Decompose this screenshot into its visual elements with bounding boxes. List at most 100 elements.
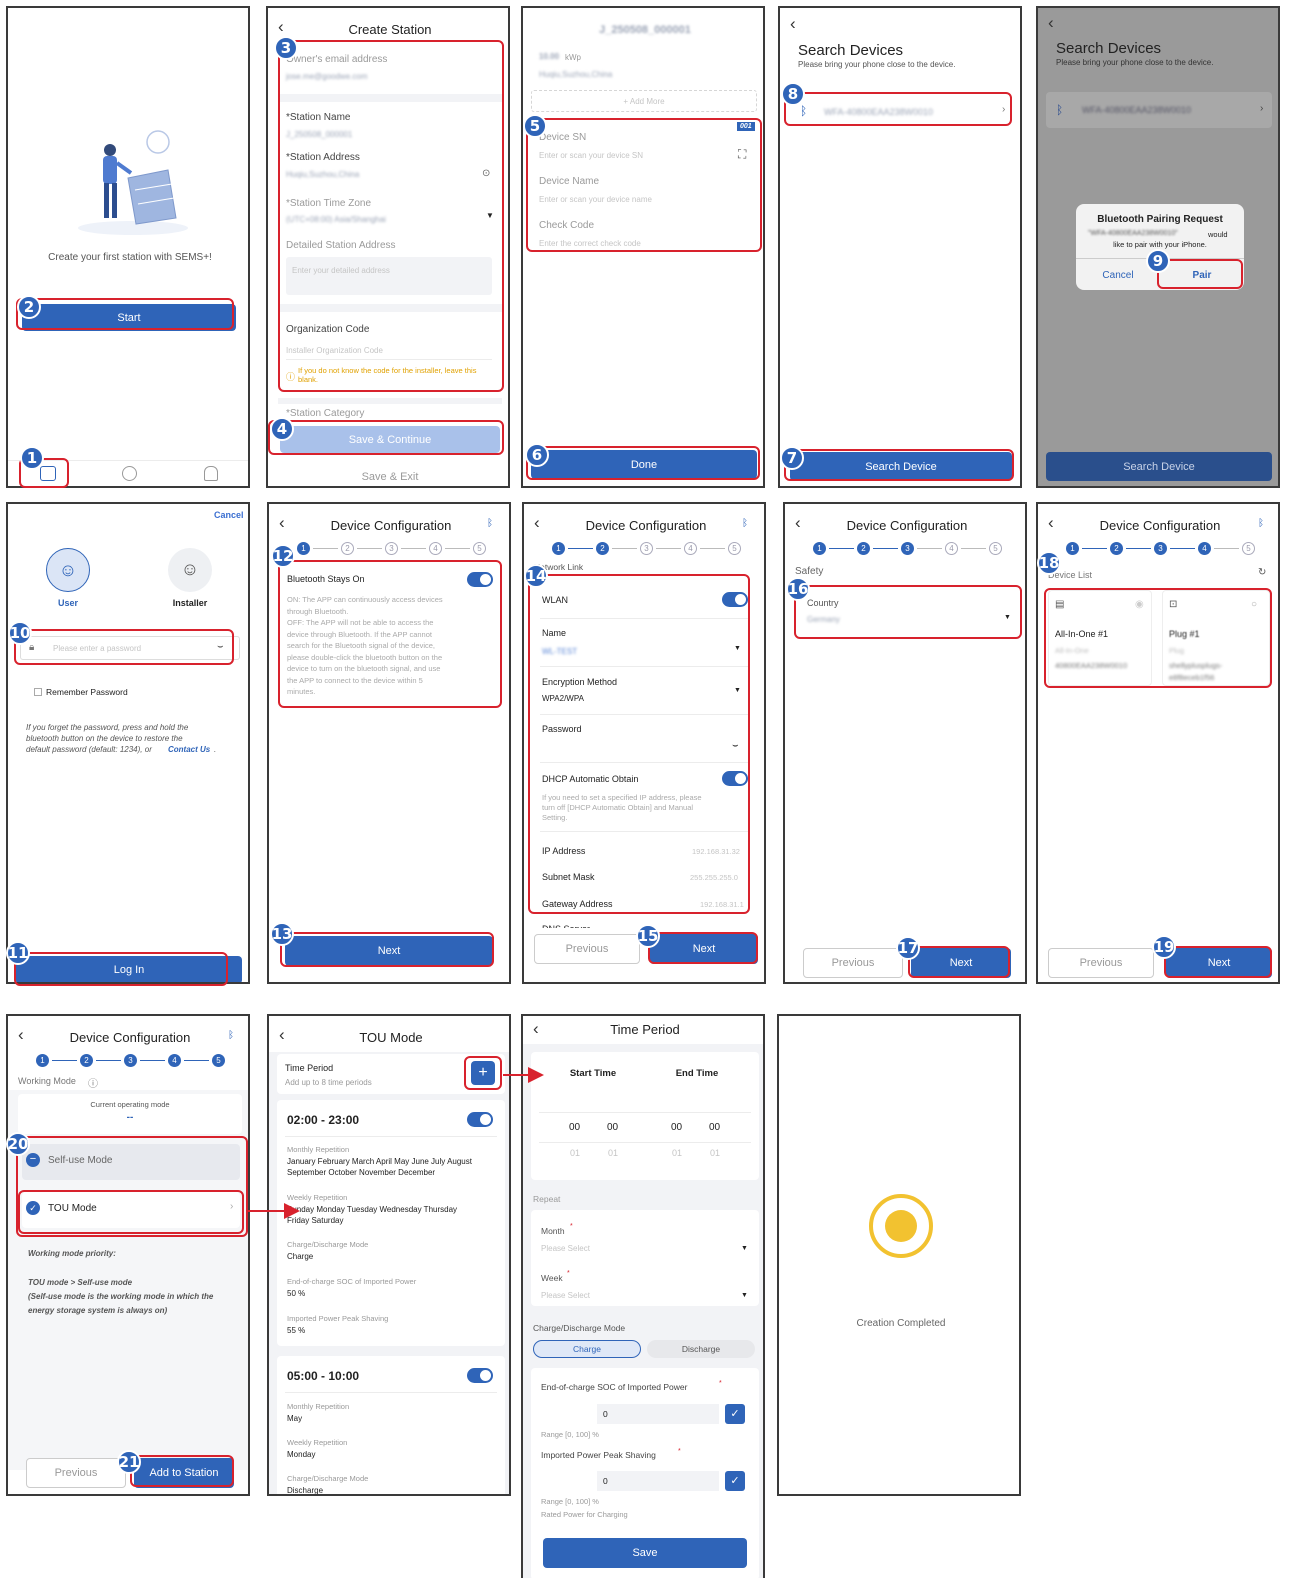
step-marker-14: 14 [524, 564, 548, 588]
previous-button[interactable]: Previous [803, 948, 903, 978]
month-select[interactable]: Please Select [541, 1244, 590, 1253]
step-indicator: 1 2 3 4 5 [8, 1052, 248, 1068]
save-button[interactable]: Save [543, 1538, 747, 1568]
step-3: 3 [124, 1054, 137, 1067]
discharge-tab[interactable]: Discharge [647, 1340, 755, 1358]
remember-checkbox[interactable] [34, 688, 42, 696]
search-device-button[interactable]: Search Device [1046, 452, 1272, 481]
mode-value: Charge [287, 1252, 314, 1261]
device-item[interactable]: WFA-40800EAA238W0010 [1082, 105, 1191, 115]
period-1-time: 02:00 - 23:00 [287, 1113, 360, 1127]
chevron-down-icon[interactable]: ▼ [741, 1292, 748, 1299]
period-2-toggle[interactable] [467, 1368, 493, 1383]
previous-button[interactable]: Previous [534, 934, 640, 964]
soc-value: 50 % [287, 1289, 306, 1298]
screen-bluetooth-pair: ‹ Search Devices Please bring your phone… [1036, 6, 1280, 488]
step-5: 5 [728, 542, 741, 555]
step-2: 2 [80, 1054, 93, 1067]
priority-line-3: energy storage system is always on) [28, 1306, 168, 1315]
user-role-icon[interactable]: ☺ [46, 548, 90, 592]
add-more-button[interactable]: + Add More [531, 90, 757, 112]
chevron-right-icon[interactable]: › [1260, 103, 1263, 114]
step-marker-2: 2 [17, 295, 41, 319]
highlight-box [526, 118, 762, 252]
step-2: 2 [596, 542, 609, 555]
end-hour[interactable]: 00 [671, 1122, 682, 1133]
step-2: 2 [341, 542, 354, 555]
weekly-value-1: Sunday Monday Tuesday Wednesday Thursday [287, 1205, 458, 1214]
confirm-check-icon[interactable]: ✓ [725, 1471, 745, 1491]
time-period-hint: Add up to 8 time periods [285, 1078, 372, 1087]
highlight-box [16, 298, 234, 330]
charge-tab[interactable]: Charge [533, 1340, 641, 1358]
previous-button[interactable]: Previous [1048, 948, 1154, 978]
step-5: 5 [473, 542, 486, 555]
highlight-box [18, 1190, 244, 1234]
step-marker-5: 5 [523, 114, 547, 138]
highlight-box [130, 1455, 234, 1487]
working-mode-title: Working Mode [18, 1076, 76, 1086]
help-icon[interactable]: ⓘ [88, 1075, 98, 1090]
start-minute[interactable]: 00 [607, 1122, 618, 1133]
page-subtitle: Please bring your phone close to the dev… [798, 60, 956, 69]
soc-range: Range [0, 100] % [541, 1430, 599, 1439]
bluetooth-icon: ᛒ [1056, 103, 1064, 117]
back-icon[interactable]: ‹ [1048, 14, 1054, 31]
cancel-button[interactable]: Cancel [1076, 270, 1160, 281]
page-title: Time Period [610, 1022, 680, 1037]
step-4: 4 [1198, 542, 1211, 555]
peak-input[interactable]: 0 [597, 1471, 719, 1491]
step-3: 3 [385, 542, 398, 555]
step-4: 4 [168, 1054, 181, 1067]
highlight-box [784, 449, 1014, 481]
page-title: Device Configuration [846, 518, 968, 533]
previous-button[interactable]: Previous [26, 1458, 126, 1488]
next-start-hour: 01 [570, 1148, 581, 1158]
contact-us-link[interactable]: Contact Us [168, 745, 210, 754]
step-3: 3 [640, 542, 653, 555]
installer-role-label[interactable]: Installer [163, 598, 217, 608]
next-end-minute: 01 [710, 1148, 721, 1158]
capacity-value: 10.00 [539, 52, 560, 61]
screen-search-devices: ‹ Search Devices Please bring your phone… [778, 6, 1022, 488]
highlight-box [528, 574, 750, 914]
screen-home: Create your first station with SEMS+! St… [6, 6, 250, 488]
user-tab-icon[interactable] [204, 466, 218, 481]
installer-role-icon[interactable]: ☺ [168, 548, 212, 592]
highlight-box [794, 585, 1022, 639]
save-exit-button[interactable]: Save & Exit [268, 471, 508, 483]
screen-config-step4: ‹ Device Configuration ᛒ 12345 Device Li… [1036, 502, 1280, 984]
back-icon[interactable]: ‹ [790, 15, 796, 32]
step-indicator: 1 2 3 4 5 [269, 540, 509, 556]
start-hour[interactable]: 00 [569, 1122, 580, 1133]
chevron-down-icon[interactable]: ▼ [741, 1245, 748, 1252]
mode-label: Charge/Discharge Mode [287, 1474, 369, 1483]
step-marker-20: 20 [6, 1132, 30, 1156]
period-2-time: 05:00 - 10:00 [287, 1369, 360, 1383]
mode-label: Charge/Discharge Mode [533, 1323, 626, 1333]
page-title: Device Configuration [330, 518, 452, 533]
remember-label: Remember Password [46, 687, 128, 697]
highlight-box [1164, 946, 1272, 978]
step-4: 4 [684, 542, 697, 555]
start-time-label: Start Time [569, 1068, 617, 1079]
weekly-value: Monday [287, 1450, 316, 1459]
refresh-icon[interactable]: ↻ [1258, 567, 1266, 578]
period-1-toggle[interactable] [467, 1112, 493, 1127]
step-marker-15: 15 [636, 924, 660, 948]
week-select[interactable]: Please Select [541, 1291, 590, 1300]
soc-input[interactable]: 0 [597, 1404, 719, 1424]
monthly-value: May [287, 1414, 303, 1423]
bluetooth-status-icon: ᛒ [742, 518, 748, 529]
highlight-box [278, 40, 504, 392]
cancel-link[interactable]: Cancel [214, 510, 244, 520]
dialog-title: Bluetooth Pairing Request [1097, 214, 1223, 225]
user-role-label[interactable]: User [46, 598, 90, 608]
peak-label: Imported Power Peak Shaving [541, 1450, 656, 1460]
confirm-check-icon[interactable]: ✓ [725, 1404, 745, 1424]
device-tab-icon[interactable] [122, 466, 137, 481]
step-marker-8: 8 [781, 82, 805, 106]
end-minute[interactable]: 00 [709, 1122, 720, 1133]
time-period-label: Time Period [285, 1063, 334, 1073]
station-category-label: *Station Category [286, 408, 365, 419]
